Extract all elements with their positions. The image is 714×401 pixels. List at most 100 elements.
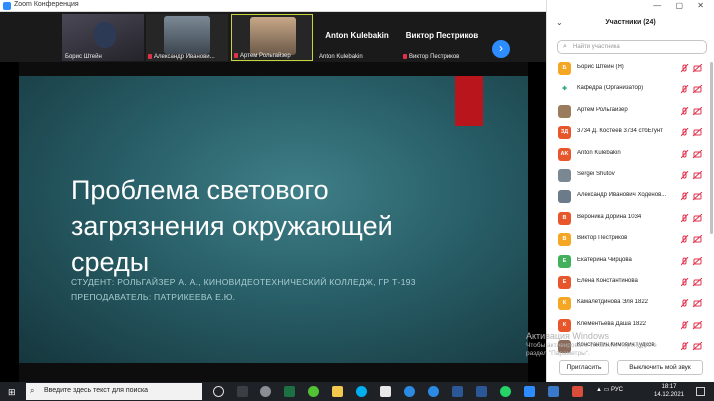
edge-icon[interactable] xyxy=(404,386,415,397)
participant-row[interactable]: Sergei Shutov xyxy=(547,165,714,186)
participant-mic-camera-icons[interactable] xyxy=(680,234,705,244)
participant-search-input[interactable]: ⌕ Найти участника xyxy=(557,40,707,54)
participant-row[interactable]: В Вероника Дорина 1034 xyxy=(547,208,714,229)
video-tile-artem-active-speaker[interactable]: Артем Рольгайзер xyxy=(231,14,313,61)
skype-icon[interactable] xyxy=(356,386,367,397)
language-indicator[interactable]: РУС xyxy=(611,387,623,393)
participant-mic-camera-icons[interactable] xyxy=(680,299,705,308)
watermark-line1: Активация Windows xyxy=(526,331,609,341)
participant-row[interactable]: Александр Иванович Ходенов... xyxy=(547,186,714,207)
gallery-next-button[interactable]: › xyxy=(492,40,510,58)
zoom-logo-icon xyxy=(3,2,11,10)
video-tile-viktor[interactable]: Виктор Пестриков Виктор Пестриков xyxy=(401,14,483,61)
participant-mic-camera-icons[interactable] xyxy=(680,170,705,180)
system-tray[interactable]: ▲ ▭ РУС xyxy=(596,386,623,393)
muted-mic-camera-icon xyxy=(680,234,703,244)
muted-mic-camera-icon xyxy=(680,320,703,330)
app-red-icon[interactable] xyxy=(572,386,583,397)
word-icon[interactable] xyxy=(452,386,463,397)
muted-mic-icon xyxy=(403,54,407,59)
edge-icon-2[interactable] xyxy=(428,386,439,397)
windows-start-icon[interactable]: ⊞ xyxy=(8,387,16,398)
participant-avatar: Б xyxy=(558,62,571,75)
participant-avatar: Е xyxy=(558,276,571,289)
participant-mic-camera-icons[interactable] xyxy=(680,85,705,94)
whatsapp-icon[interactable] xyxy=(500,386,511,397)
clock-date: 14.12.2021 xyxy=(653,392,685,398)
participant-avatar: Е xyxy=(558,254,571,268)
task-view-icon[interactable] xyxy=(213,386,224,397)
participant-name: Виктор Пестриков xyxy=(577,235,628,242)
slide-frame-top xyxy=(19,62,528,76)
participant-mic-camera-icons[interactable] xyxy=(680,127,705,137)
video-tile-alexandr[interactable]: Александр Иванови... xyxy=(146,14,228,61)
windows-taskbar: ⊞ ⌕ Введите здесь текст для поиска ▲ ▭ Р… xyxy=(0,382,714,401)
participant-name: Александр Иванович Ходенов... xyxy=(577,192,667,199)
participant-mic-camera-icons[interactable] xyxy=(680,277,705,287)
video-tile-big-name: Виктор Пестриков xyxy=(405,31,479,40)
participant-mic-camera-icons[interactable] xyxy=(680,320,705,330)
participant-avatar: В xyxy=(558,211,571,225)
taskbar-clock[interactable]: 18:17 14.12.2021 xyxy=(650,383,688,399)
participant-photo xyxy=(250,17,296,55)
participant-avatar: ЗД xyxy=(558,126,571,140)
participant-mic-camera-icons[interactable] xyxy=(680,213,705,223)
participant-mic-camera-icons[interactable] xyxy=(680,63,705,73)
participant-mic-camera-icons[interactable] xyxy=(680,341,705,351)
video-tile-anton[interactable]: Anton Kulebakin Anton Kulebakin xyxy=(316,14,398,61)
muted-mic-camera-icon xyxy=(680,63,703,73)
zoom-icon[interactable] xyxy=(524,386,535,397)
search-placeholder: Найти участника xyxy=(573,44,620,50)
participant-name: 3734 Д. Костеев 3734 стбЕгунт xyxy=(577,128,663,135)
app-icon[interactable] xyxy=(237,386,248,397)
file-explorer-icon[interactable] xyxy=(332,386,343,397)
presentation-slide: Проблема светового загрязнения окружающе… xyxy=(19,76,528,363)
participant-name: Камалетдинова Эля 1822 xyxy=(577,299,648,306)
window-title: Zoom Конференция xyxy=(14,1,79,8)
taskbar-search-box[interactable]: ⌕ Введите здесь текст для поиска xyxy=(26,383,202,400)
word-icon-2[interactable] xyxy=(476,386,487,397)
chevron-right-icon: › xyxy=(499,41,503,55)
participant-avatar: К xyxy=(558,318,571,332)
participant-row[interactable]: Е Елена Константинова xyxy=(547,272,714,293)
participant-name: Борис Штейн (Я) xyxy=(577,64,624,70)
participant-list-scrollbar[interactable] xyxy=(710,62,713,234)
app-green-icon[interactable] xyxy=(308,386,319,397)
participant-row[interactable]: Б Борис Штейн (Я) xyxy=(547,58,714,79)
participant-avatar: AK xyxy=(558,147,571,161)
muted-mic-camera-icon xyxy=(680,299,703,308)
notifications-icon[interactable] xyxy=(696,387,705,396)
participant-row[interactable]: Артем Рольгайзер xyxy=(547,101,714,122)
invite-button[interactable]: Пригласить xyxy=(559,360,609,375)
mute-self-button[interactable]: Выключить мой звук xyxy=(617,360,703,375)
muted-mic-camera-icon xyxy=(680,106,703,116)
muted-mic-camera-icon xyxy=(680,149,703,158)
participant-row[interactable]: ЗД 3734 Д. Костеев 3734 стбЕгунт xyxy=(547,122,714,143)
participant-mic-camera-icons[interactable] xyxy=(680,149,705,159)
video-tile-name: Артем Рольгайзер xyxy=(240,53,291,59)
participants-panel: — ▢ ✕ ⌄ Участники (24) ⌕ Найти участника… xyxy=(546,0,714,382)
window-controls[interactable]: — ▢ ✕ xyxy=(653,1,710,10)
video-tile-boris[interactable]: Борис Штейн xyxy=(62,14,144,61)
participant-row[interactable]: В Виктор Пестриков xyxy=(547,229,714,250)
participants-title: Участники (24) xyxy=(605,19,656,26)
participant-mic-camera-icons[interactable] xyxy=(680,106,705,116)
app-blue-icon[interactable] xyxy=(548,386,559,397)
participant-row[interactable]: ✤ Кафедра (Организатор) xyxy=(547,79,714,100)
participant-row[interactable]: Е Екатерина Чирцова xyxy=(547,251,714,272)
participant-name: Sergei Shutov xyxy=(577,171,615,177)
muted-mic-camera-icon xyxy=(680,277,703,287)
participant-mic-camera-icons[interactable] xyxy=(680,256,705,266)
settings-gear-icon[interactable] xyxy=(260,386,271,397)
store-icon[interactable] xyxy=(380,386,391,397)
video-tile-name: Борис Штейн xyxy=(65,54,102,60)
video-tile-name: Александр Иванови... xyxy=(154,54,215,60)
video-tile-name: Виктор Пестриков xyxy=(409,54,460,60)
muted-mic-camera-icon xyxy=(680,170,703,180)
excel-icon[interactable] xyxy=(284,386,295,397)
participant-name: Вероника Дорина 1034 xyxy=(577,213,642,220)
participant-row[interactable]: AK Anton Kulebakin xyxy=(547,144,714,165)
participant-row[interactable]: К Камалетдинова Эля 1822 xyxy=(547,293,714,314)
participant-mic-camera-icons[interactable] xyxy=(680,192,705,201)
participant-avatar: К xyxy=(558,297,571,311)
